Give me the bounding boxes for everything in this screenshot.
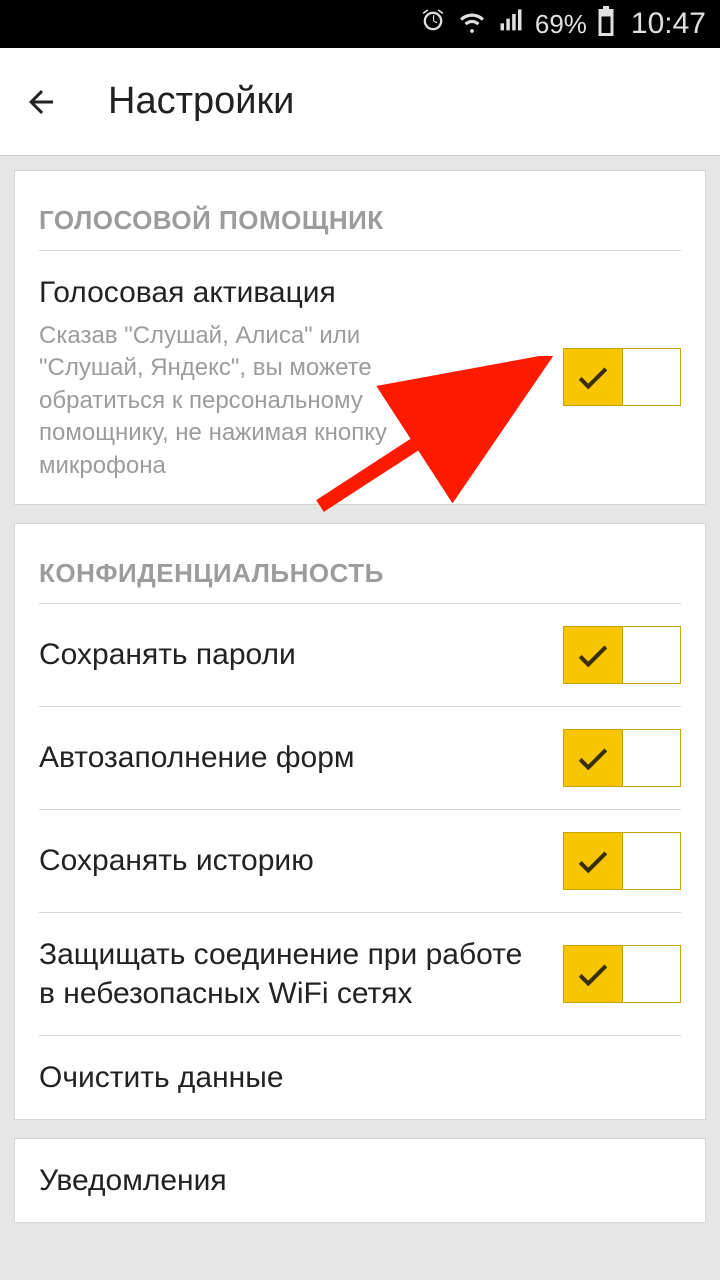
save-passwords-row[interactable]: Сохранять пароли	[39, 604, 681, 707]
toggle-knob	[622, 946, 680, 1002]
content-area: ГОЛОСОВОЙ ПОМОЩНИК Голосовая активация С…	[0, 156, 720, 1255]
check-icon	[564, 348, 622, 406]
voice-assistant-section: ГОЛОСОВОЙ ПОМОЩНИК Голосовая активация С…	[14, 170, 706, 505]
clock-time: 10:47	[631, 7, 706, 41]
back-button[interactable]	[20, 81, 62, 123]
autofill-forms-toggle[interactable]	[563, 729, 681, 787]
app-header: Настройки	[0, 48, 720, 156]
voice-activation-toggle[interactable]	[563, 348, 681, 406]
signal-icon	[497, 7, 525, 42]
save-history-toggle[interactable]	[563, 832, 681, 890]
toggle-knob	[622, 627, 680, 683]
toggle-knob	[622, 730, 680, 786]
status-bar: 69% 10:47	[0, 0, 720, 48]
battery-percent: 69%	[535, 9, 587, 40]
toggle-knob	[622, 833, 680, 889]
protect-wifi-toggle[interactable]	[563, 945, 681, 1003]
protect-wifi-row[interactable]: Защищать соединение при работе в небезоп…	[39, 913, 681, 1036]
toggle-knob	[622, 349, 680, 405]
voice-activation-title: Голосовая активация	[39, 273, 545, 312]
clear-data-title: Очистить данные	[39, 1058, 681, 1097]
check-icon	[564, 729, 622, 787]
voice-activation-row[interactable]: Голосовая активация Сказав "Слушай, Алис…	[39, 251, 681, 504]
save-history-title: Сохранять историю	[39, 841, 545, 880]
section-header-privacy: КОНФИДЕНЦИАЛЬНОСТЬ	[39, 524, 681, 604]
save-history-row[interactable]: Сохранять историю	[39, 810, 681, 913]
autofill-forms-title: Автозаполнение форм	[39, 738, 545, 777]
alarm-icon	[419, 7, 447, 42]
autofill-forms-row[interactable]: Автозаполнение форм	[39, 707, 681, 810]
check-icon	[564, 945, 622, 1003]
wifi-icon	[457, 6, 487, 43]
page-title: Настройки	[108, 80, 294, 123]
save-passwords-title: Сохранять пароли	[39, 635, 545, 674]
notifications-row[interactable]: Уведомления	[39, 1139, 681, 1222]
notifications-title: Уведомления	[39, 1161, 681, 1200]
battery-icon	[597, 6, 615, 43]
next-section: Уведомления	[14, 1138, 706, 1223]
protect-wifi-title: Защищать соединение при работе в небезоп…	[39, 935, 545, 1013]
check-icon	[564, 626, 622, 684]
section-header-voice: ГОЛОСОВОЙ ПОМОЩНИК	[39, 171, 681, 251]
save-passwords-toggle[interactable]	[563, 626, 681, 684]
voice-activation-desc: Сказав "Слушай, Алиса" или "Слушай, Янде…	[39, 320, 459, 482]
clear-data-row[interactable]: Очистить данные	[39, 1036, 681, 1119]
check-icon	[564, 832, 622, 890]
privacy-section: КОНФИДЕНЦИАЛЬНОСТЬ Сохранять пароли Авто…	[14, 523, 706, 1120]
